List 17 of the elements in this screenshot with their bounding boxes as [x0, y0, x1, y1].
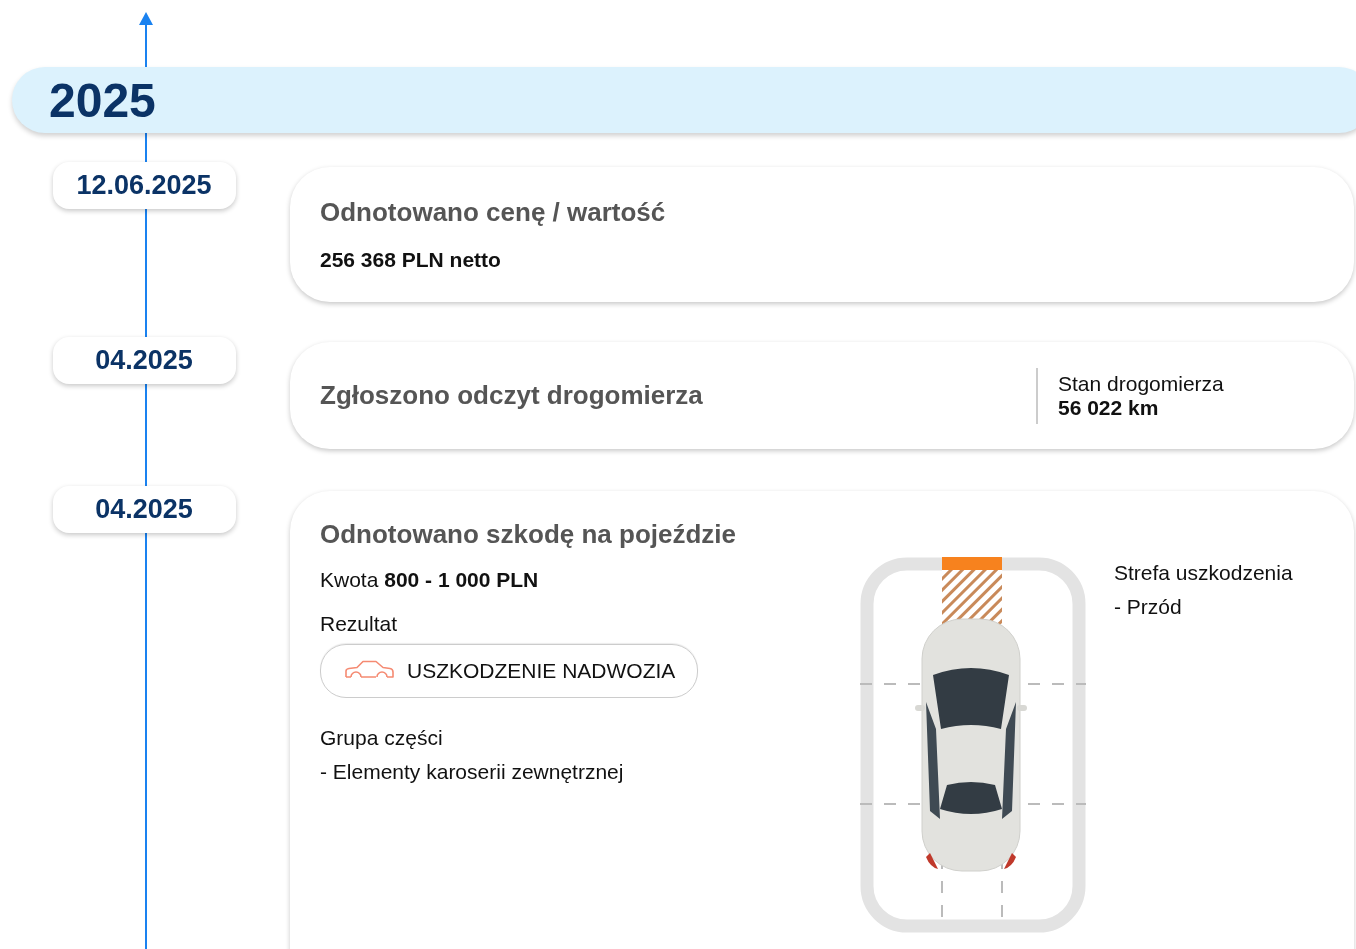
odometer-label: Stan drogomierza	[1058, 371, 1225, 396]
event-title: Zgłoszono odczyt drogomierza	[320, 380, 703, 411]
zone-label: Strefa uszkodzenia	[1114, 561, 1293, 585]
parts-label: Grupa części	[320, 726, 443, 750]
zone-item: - Przód	[1114, 595, 1183, 619]
year-heading: 2025	[49, 72, 156, 128]
amount-text: Kwota 800 - 1 000 PLN	[320, 568, 539, 592]
event-title: Odnotowano szkodę na pojeździe	[320, 519, 737, 550]
parts-item: - Elementy karoserii zewnętrznej	[320, 760, 624, 784]
event-title: Odnotowano cenę / wartość	[320, 197, 667, 228]
price-value: 256 368 PLN netto	[320, 248, 502, 272]
date-badge: 04.2025	[52, 337, 236, 384]
odometer-reading: 56 022 km	[1058, 395, 1160, 420]
result-text: USZKODZENIE NADWOZIA	[407, 659, 676, 683]
date-badge: 12.06.2025	[52, 162, 236, 209]
result-label: Rezultat	[320, 612, 398, 636]
date-badge: 04.2025	[52, 486, 236, 533]
